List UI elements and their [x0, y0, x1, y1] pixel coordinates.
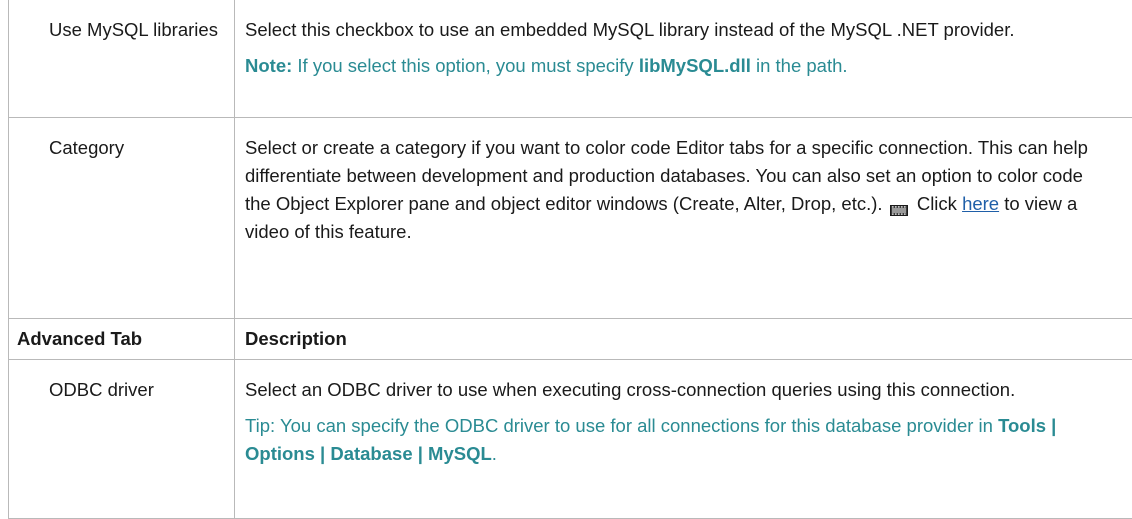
header-description: Description [235, 319, 1132, 360]
header-advanced-tab: Advanced Tab [9, 319, 235, 360]
table-row-odbc-driver: ODBC driver Select an ODBC driver to use… [9, 360, 1132, 519]
option-description-cell: Select or create a category if you want … [235, 118, 1132, 319]
option-description-use-mysql-libraries: Select this checkbox to use an embedded … [245, 16, 1092, 44]
option-description-odbc-driver: Select an ODBC driver to use when execut… [245, 376, 1092, 404]
note-prefix: Note: [245, 55, 292, 76]
option-description-category: Select or create a category if you want … [245, 134, 1092, 246]
note-libmysql: Note: If you select this option, you mus… [245, 52, 1092, 80]
table-row-use-mysql-libraries: Use MySQL libraries Select this checkbox… [9, 0, 1132, 118]
option-label-use-mysql-libraries: Use MySQL libraries [49, 19, 218, 40]
option-label-cell: Use MySQL libraries [9, 0, 235, 118]
video-icon [890, 197, 908, 210]
option-label-odbc-driver: ODBC driver [49, 379, 154, 400]
options-table: Use MySQL libraries Select this checkbox… [8, 0, 1132, 519]
option-label-cell: ODBC driver [9, 360, 235, 519]
table-row-category: Category Select or create a category if … [9, 118, 1132, 319]
note-text-2: in the path. [751, 55, 848, 76]
note-dll-name: libMySQL.dll [639, 55, 751, 76]
tip-end: . [492, 443, 497, 464]
option-description-cell: Select this checkbox to use an embedded … [235, 0, 1132, 118]
option-description-cell: Select an ODBC driver to use when execut… [235, 360, 1132, 519]
option-label-cell: Category [9, 118, 235, 319]
table-header-row: Advanced Tab Description [9, 319, 1132, 360]
option-label-category: Category [49, 137, 124, 158]
click-text: Click [912, 193, 962, 214]
tip-odbc: Tip: You can specify the ODBC driver to … [245, 412, 1092, 468]
video-link[interactable]: here [962, 193, 999, 214]
note-text-1: If you select this option, you must spec… [292, 55, 639, 76]
tip-text: Tip: You can specify the ODBC driver to … [245, 415, 998, 436]
